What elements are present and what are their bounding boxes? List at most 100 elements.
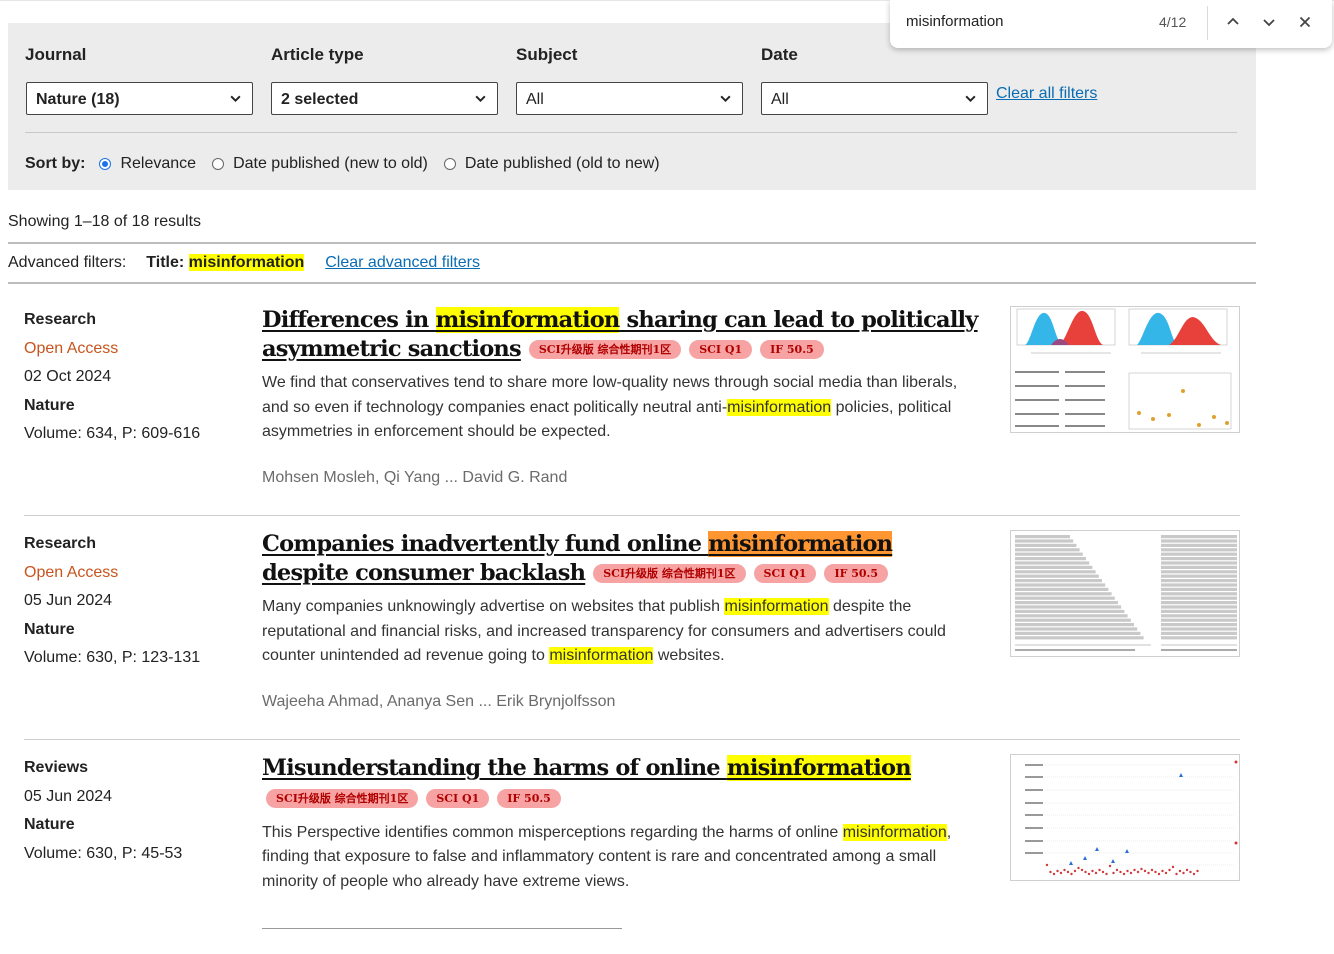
- thumbnail-dot: [1070, 872, 1073, 876]
- thumbnail-bar: [1015, 592, 1112, 596]
- advanced-filters-label: Advanced filters:: [8, 254, 127, 271]
- thumbnail-dot: [1073, 869, 1077, 873]
- article-journal: Nature: [24, 396, 75, 414]
- article-summary: Many companies unknowingly advertise on …: [262, 595, 982, 669]
- thumbnail-bar: [1015, 605, 1122, 609]
- thumbnail-dot: [1063, 868, 1066, 872]
- sort-relevance-radio[interactable]: Relevance: [99, 155, 196, 173]
- thumbnail-bar: [1161, 583, 1237, 587]
- title-text: Companies inadvertently fund online: [262, 531, 709, 557]
- subject-select[interactable]: All: [516, 82, 743, 115]
- thumbnail-bar: [1015, 574, 1099, 578]
- thumbnail-dot: [1112, 871, 1115, 875]
- article-thumbnail[interactable]: [1010, 306, 1240, 433]
- article-thumbnail[interactable]: [1010, 754, 1240, 881]
- thumbnail-dot: [1185, 868, 1189, 872]
- advanced-filters-row: Advanced filters: Title: misinformation …: [8, 254, 480, 272]
- find-match-count: 4/12: [1159, 14, 1187, 30]
- badge: IF 50.5: [497, 788, 561, 808]
- article-meta: Research Open Access 05 Jun 2024 Nature …: [24, 530, 244, 673]
- thumbnail-bar: [1161, 535, 1237, 539]
- thumbnail-bar: [1161, 574, 1237, 578]
- search-highlight: misinformation: [549, 647, 654, 664]
- thumbnail-dot: [1182, 871, 1185, 875]
- thumbnail-dot: [1171, 865, 1175, 869]
- thumbnail-dot: [1045, 863, 1049, 867]
- thumbnail-bar: [1015, 614, 1128, 618]
- thumbnail-bar: [1161, 636, 1237, 640]
- article-type-select[interactable]: 2 selected: [271, 82, 498, 115]
- article-title-link[interactable]: Differences in misinformation sharing ca…: [262, 306, 982, 363]
- thumbnail-dot: [1108, 864, 1112, 868]
- article-title-link[interactable]: Misunderstanding the harms of online mis…: [262, 754, 982, 783]
- search-highlight: misinformation: [727, 398, 832, 416]
- article-result: Reviews 05 Jun 2024 Nature Volume: 630, …: [24, 754, 1240, 954]
- article-title-link[interactable]: Companies inadvertently fund online misi…: [262, 530, 982, 587]
- radio-unselected-icon: [212, 158, 225, 170]
- thumbnail-bar: [1161, 543, 1237, 547]
- article-result: Research Open Access 05 Jun 2024 Nature …: [24, 530, 1240, 730]
- sort-option-label: Date published (new to old): [233, 155, 428, 172]
- thumbnail-dot: [1161, 869, 1164, 873]
- thumbnail-bar: [1161, 623, 1237, 627]
- sort-by-label: Sort by:: [25, 155, 86, 172]
- thumbnail-dot: [1077, 866, 1080, 870]
- journal-badges: SCI升级版 综合性期刊1区 SCI Q1 IF 50.5: [521, 335, 824, 364]
- chevron-down-icon[interactable]: [1260, 13, 1278, 31]
- thumbnail-bar: [1161, 539, 1237, 543]
- search-highlight: misinformation: [724, 598, 829, 615]
- article-date: 02 Oct 2024: [24, 368, 112, 385]
- thumbnail-bar: [1015, 535, 1070, 539]
- sort-new-to-old-radio[interactable]: Date published (new to old): [212, 155, 428, 173]
- sort-option-label: Date published (old to new): [464, 155, 660, 172]
- radio-unselected-icon: [443, 158, 456, 170]
- search-highlight: misinformation: [435, 307, 620, 333]
- find-input[interactable]: misinformation: [906, 13, 1004, 30]
- close-icon[interactable]: [1296, 13, 1314, 31]
- journal-select[interactable]: Nature (18): [26, 82, 253, 115]
- badge: SCI Q1: [753, 563, 817, 583]
- article-authors: Wajeeha Ahmad, Ananya Sen ... Erik Brynj…: [262, 692, 616, 710]
- journal-badges: SCI升级版 综合性期刊1区 SCI Q1 IF 50.5: [585, 559, 889, 588]
- clear-all-filters-link[interactable]: Clear all filters: [996, 85, 1097, 103]
- advanced-filter-title-value: misinformation: [188, 254, 305, 271]
- results-count: Showing 1–18 of 18 results: [8, 213, 202, 230]
- chevron-down-icon: [230, 95, 241, 103]
- badge: SCI Q1: [426, 788, 490, 808]
- thumbnail-bar: [1015, 543, 1077, 547]
- chevron-down-icon: [720, 95, 731, 103]
- thumbnail-bar: [1161, 614, 1237, 618]
- divider: [8, 242, 1256, 244]
- summary-text: This Perspective identifies common mispe…: [262, 823, 843, 841]
- thumbnail-bar: [1161, 587, 1237, 591]
- date-filter-label: Date: [761, 45, 798, 64]
- article-authors: Mohsen Mosleh, Qi Yang ... David G. Rand: [262, 468, 568, 486]
- thumbnail-dot: [1126, 869, 1129, 873]
- thumbnail-dot: [1115, 868, 1119, 872]
- sort-options: Sort by: Relevance Date published (new t…: [25, 153, 676, 175]
- thumbnail-bar: [1161, 565, 1237, 569]
- sort-old-to-new-radio[interactable]: Date published (old to new): [443, 155, 660, 173]
- badge: SCI升级版 综合性期刊1区: [528, 339, 682, 359]
- clear-advanced-filters-link[interactable]: Clear advanced filters: [325, 254, 480, 272]
- chevron-up-icon[interactable]: [1224, 13, 1242, 31]
- thumbnail-dot: [1196, 869, 1199, 873]
- subject-select-value: All: [526, 91, 544, 108]
- thumbnail-dot: [1178, 869, 1182, 873]
- thumbnail-dot: [1059, 871, 1063, 875]
- thumbnail-bar: [1161, 596, 1237, 600]
- thumbnail-dot: [1143, 869, 1147, 873]
- article-date: 05 Jun 2024: [24, 787, 113, 805]
- thumbnail-dot: [1157, 872, 1161, 876]
- thumbnail-dot: [1066, 870, 1070, 874]
- date-select[interactable]: All: [761, 82, 988, 115]
- title-text: Misunderstanding the harms of online: [262, 755, 727, 781]
- thumbnail-bar: [1161, 618, 1237, 622]
- article-thumbnail[interactable]: [1010, 530, 1240, 657]
- density-plots-figure: [1015, 308, 1232, 430]
- thumbnail-bar: [1161, 601, 1237, 605]
- thumbnail-dot: [1080, 868, 1084, 872]
- thumbnail-bar: [1015, 579, 1102, 583]
- thumbnail-bar: [1161, 557, 1237, 561]
- thumbnail-bar: [1015, 552, 1083, 556]
